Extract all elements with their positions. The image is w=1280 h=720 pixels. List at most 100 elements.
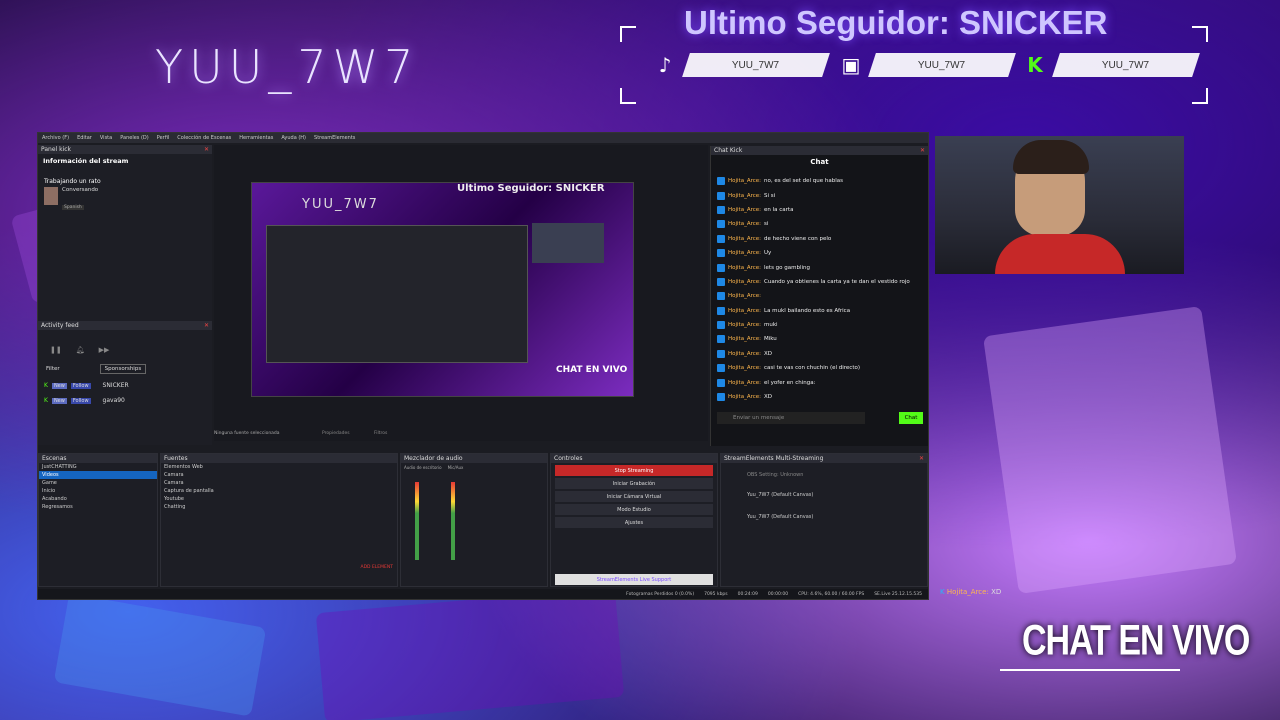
close-icon[interactable]: ✕ — [204, 322, 212, 329]
scene-item[interactable]: Videos — [39, 471, 157, 479]
no-source-label: Ninguna fuente seleccionada — [214, 431, 280, 436]
frame-corner-br — [1192, 88, 1208, 104]
source-item[interactable]: Youtube — [161, 495, 397, 503]
chat-message: Hojita_Arce: lets go gambling — [711, 260, 928, 274]
preview-webcam — [532, 223, 604, 263]
preview-nested-obs — [266, 225, 528, 363]
scene-item[interactable]: Game — [39, 479, 157, 487]
source-item[interactable]: Captura de pantalla — [161, 487, 397, 495]
source-item[interactable]: Camara — [161, 471, 397, 479]
close-icon[interactable]: ✕ — [204, 146, 212, 153]
skip-icon[interactable]: ▶▶ — [99, 346, 110, 354]
menu-archivo[interactable]: Archivo (F) — [42, 135, 69, 141]
close-icon[interactable]: ✕ — [920, 147, 928, 154]
chat-input[interactable]: Enviar un mensaje — [717, 412, 865, 424]
mixer-title: Mezclador de audio — [404, 455, 463, 462]
chat-text: XD — [764, 394, 773, 401]
chat-username[interactable]: Hojita_Arce: — [728, 336, 761, 342]
se-row[interactable]: Yuu_7W7 (Default Canvas) — [721, 491, 927, 499]
status-rec-time: 00:00:00 — [767, 591, 789, 597]
menu-editar[interactable]: Editar — [77, 135, 92, 141]
chat-username[interactable]: Hojita_Arce: — [728, 365, 761, 371]
scene-item[interactable]: Inicio — [39, 487, 157, 495]
chat-username[interactable]: Hojita_Arce: — [728, 236, 761, 242]
source-item[interactable]: Elementos Web — [161, 463, 397, 471]
kick-icon — [717, 234, 725, 243]
tiktok-handle: YUU_7W7 — [732, 59, 780, 71]
settings-button[interactable]: Ajustes — [555, 517, 713, 528]
properties-button[interactable]: Propiedades — [322, 431, 350, 436]
se-support-button[interactable]: StreamElements Live Support — [555, 574, 713, 585]
menu-vista[interactable]: Vista — [100, 135, 112, 141]
chat-username[interactable]: Hojita_Arce: — [728, 308, 761, 314]
start-recording-button[interactable]: Iniciar Grabación — [555, 478, 713, 489]
chat-username[interactable]: Hojita_Arce: — [728, 178, 761, 184]
chat-username[interactable]: Hojita_Arce: — [728, 265, 761, 271]
menu-paneles[interactable]: Paneles (D) — [120, 135, 149, 141]
bell-icon[interactable]: 🔔︎ — [76, 346, 85, 354]
status-cpu-fps: CPU: 4.6%, 60.00 / 60.00 FPS — [798, 591, 865, 597]
kick-panel-title: Panel kick — [41, 146, 72, 153]
twitch-handle: YUU_7W7 — [918, 59, 966, 71]
chat-username[interactable]: Hojita_Arce: — [728, 322, 761, 328]
chat-username[interactable]: Hojita_Arce: — [728, 221, 761, 227]
mixer-header: Mezclador de audio — [401, 454, 547, 463]
menu-coleccion[interactable]: Colección de Escenas — [177, 135, 231, 141]
scene-item[interactable]: JustCHATTING — [39, 463, 157, 471]
source-item[interactable]: Camara — [161, 479, 397, 487]
filters-button[interactable]: Filtros — [374, 431, 387, 436]
menu-ayuda[interactable]: Ayuda (H) — [281, 135, 306, 141]
scene-item[interactable]: Acabando — [39, 495, 157, 503]
chat-message: Hojita_Arce: XD — [711, 390, 928, 404]
chat-username[interactable]: Hojita_Arce: — [728, 279, 761, 285]
last-follower-banner: Ultimo Seguidor: SNICKER — [684, 4, 1108, 41]
kick-handle: YUU_7W7 — [1102, 59, 1150, 71]
chat-username[interactable]: Hojita_Arce: — [728, 207, 761, 213]
follow-badge: Follow — [70, 397, 91, 404]
kick-icon: K — [940, 588, 945, 596]
tiktok-icon: ♪ — [658, 53, 672, 77]
activity-feed-header: Activity feed ✕ — [38, 321, 212, 330]
chat-username[interactable]: Hojita_Arce: — [728, 394, 761, 400]
chat-send-button[interactable]: Chat — [899, 412, 923, 424]
preview-title: YUU_7W7 — [302, 197, 379, 212]
chat-kick-header: Chat Kick ✕ — [711, 146, 928, 155]
close-icon[interactable]: ✕ — [919, 455, 927, 462]
controls-header: Controles — [551, 454, 717, 463]
se-row[interactable]: Yuu_7W7 (Default Canvas) — [721, 513, 927, 521]
stream-info-title: Información del stream — [43, 157, 129, 165]
activity-user: SNICKER — [102, 382, 129, 389]
chat-username[interactable]: Hojita_Arce: — [728, 250, 761, 256]
menu-perfil[interactable]: Perfil — [157, 135, 170, 141]
filter-label[interactable]: Filter — [46, 366, 60, 372]
studio-mode-button[interactable]: Modo Estudio — [555, 504, 713, 515]
chat-username[interactable]: Hojita_Arce: — [728, 293, 761, 299]
chat-message: Hojita_Arce: muki — [711, 318, 928, 332]
add-element-button[interactable]: ADD ELEMENT — [361, 565, 393, 570]
social-kick: K YUU_7W7 — [1020, 52, 1200, 78]
kick-icon — [717, 393, 725, 402]
scene-item[interactable]: Regresamos — [39, 503, 157, 511]
chat-message: Hojita_Arce: Miku — [711, 332, 928, 346]
chat-text: lets go gambling — [764, 264, 811, 271]
menu-herramientas[interactable]: Herramientas — [239, 135, 273, 141]
pause-icon[interactable]: ❚❚ — [50, 346, 62, 354]
chat-text: muki — [764, 322, 778, 329]
preview-follower: Ultimo Seguidor: SNICKER — [457, 183, 605, 194]
kick-icon: K — [1027, 53, 1043, 77]
chat-message: Hojita_Arce: XD — [711, 347, 928, 361]
kick-icon — [717, 378, 725, 387]
stream-preview[interactable]: Ultimo Seguidor: SNICKER YUU_7W7 CHAT EN… — [251, 182, 634, 397]
chat-message: Hojita_Arce: de hecho viene con pelo — [711, 232, 928, 246]
status-se-version: SE.Live 25.12.15.535 — [874, 591, 922, 597]
chat-text: Uy — [764, 250, 772, 257]
menu-streamelements[interactable]: StreamElements — [314, 135, 355, 141]
chat-username[interactable]: Hojita_Arce: — [728, 380, 761, 386]
chat-username[interactable]: Hojita_Arce: — [728, 351, 761, 357]
chat-username[interactable]: Hojita_Arce: — [728, 193, 761, 199]
stop-streaming-button[interactable]: Stop Streaming — [555, 465, 713, 476]
virtual-camera-button[interactable]: Iniciar Cámara Virtual — [555, 491, 713, 502]
sponsorships-filter[interactable]: Sponsorships — [99, 364, 147, 374]
source-item[interactable]: Chatting — [161, 503, 397, 511]
channel-title: YUU_7W7 — [155, 40, 420, 94]
